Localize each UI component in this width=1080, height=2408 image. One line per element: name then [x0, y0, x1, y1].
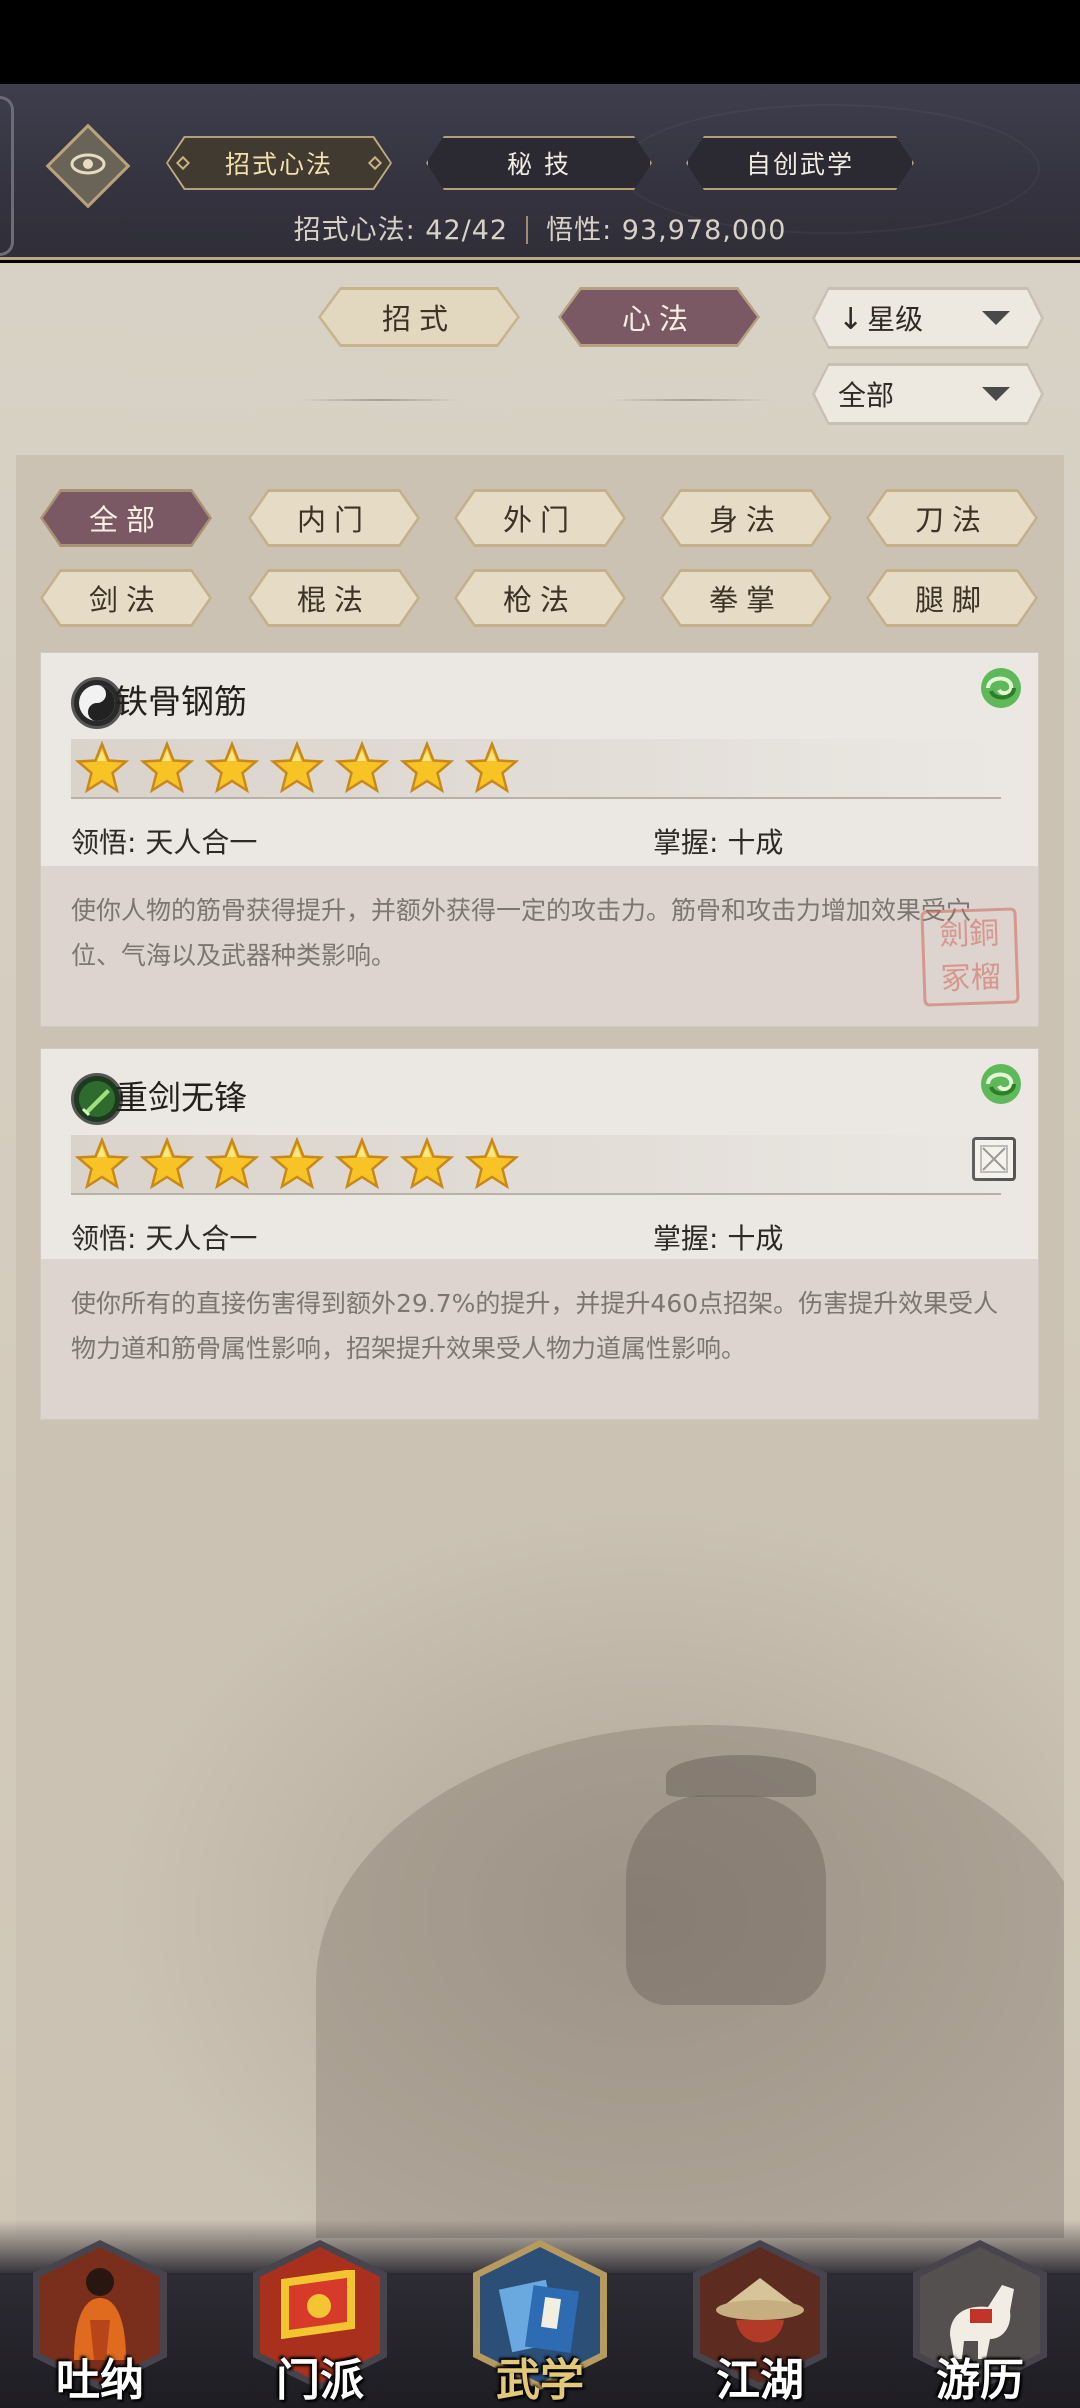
filter-legs[interactable]: 腿脚: [866, 569, 1038, 627]
mastery-label: 掌握: 十成: [653, 826, 784, 859]
skill-title: 重剑无锋: [115, 1078, 247, 1117]
filter-movement[interactable]: 身法: [660, 489, 832, 547]
star-icon: [73, 1135, 131, 1193]
filter-outer-sect[interactable]: 外门: [454, 489, 626, 547]
star-icon: [333, 1135, 391, 1193]
swirl-icon[interactable]: [978, 665, 1024, 711]
star-icon: [203, 739, 261, 797]
skill-title: 铁骨钢筋: [115, 682, 247, 721]
filter-sword[interactable]: 剑法: [40, 569, 212, 627]
skill-card[interactable]: 重剑无锋 领悟: 天人合一 掌握: 十成 使你所有的直接伤害得到额外29.7%的…: [40, 1048, 1039, 1420]
chevron-down-icon: [982, 387, 1010, 401]
star-icon: [138, 1135, 196, 1193]
insight-value: 悟性: 93,978,000: [546, 215, 787, 246]
comprehension-label: 领悟: 天人合一: [71, 1222, 258, 1255]
nav-sect[interactable]: 门派: [250, 2240, 390, 2408]
header-stats: 招式心法: 42/42 悟性: 93,978,000: [0, 208, 1080, 247]
tab-self-created[interactable]: 自创武学: [686, 136, 914, 190]
subtab-moves[interactable]: 招式: [318, 287, 520, 347]
tab-secret-skills[interactable]: 秘 技: [426, 136, 652, 190]
bottom-nav: 吐纳 门派 武学 江湖 游历: [0, 2220, 1080, 2408]
arrow-down-icon: ↓: [838, 302, 864, 337]
nav-travel[interactable]: 游历: [910, 2240, 1050, 2408]
nav-jianghu[interactable]: 江湖: [690, 2240, 830, 2408]
star-rating: [71, 739, 1001, 799]
subtab-methods[interactable]: 心法: [558, 287, 760, 347]
star-icon: [268, 739, 326, 797]
filter-staff[interactable]: 棍法: [248, 569, 420, 627]
star-icon: [398, 1135, 456, 1193]
filter-blade[interactable]: 刀法: [866, 489, 1038, 547]
star-icon: [333, 739, 391, 797]
star-icon: [203, 1135, 261, 1193]
star-icon: [463, 1135, 521, 1193]
star-rating: [71, 1135, 1001, 1195]
star-icon: [398, 739, 456, 797]
star-icon: [463, 739, 521, 797]
eye-icon: [70, 152, 106, 180]
skill-description: 使你人物的筋骨获得提升，并额外获得一定的攻击力。筋骨和攻击力增加效果受穴位、气海…: [41, 866, 1038, 1026]
status-bar: [0, 0, 1080, 84]
sort-dropdown[interactable]: ↓ 星级: [812, 287, 1044, 349]
seal-stamp: 劍銅 冢榴: [920, 907, 1020, 1007]
filter-all[interactable]: 全部: [40, 489, 212, 547]
swirl-icon[interactable]: [978, 1061, 1024, 1107]
filter-inner-sect[interactable]: 内门: [248, 489, 420, 547]
skill-description: 使你所有的直接伤害得到额外29.7%的提升，并提升460点招架。伤害提升效果受人…: [41, 1259, 1038, 1419]
star-icon: [268, 1135, 326, 1193]
star-icon: [138, 739, 196, 797]
filter-spear[interactable]: 枪法: [454, 569, 626, 627]
scope-dropdown[interactable]: 全部: [812, 363, 1044, 425]
mastery-label: 掌握: 十成: [653, 1222, 784, 1255]
star-icon: [73, 739, 131, 797]
filter-fist-palm[interactable]: 拳掌: [660, 569, 832, 627]
tab-moves-methods[interactable]: 招式心法: [166, 136, 392, 190]
chevron-down-icon: [982, 311, 1010, 325]
nav-tuna[interactable]: 吐纳: [30, 2240, 170, 2408]
nav-martial-arts[interactable]: 武学: [470, 2240, 610, 2408]
moves-count: 招式心法: 42/42: [293, 215, 509, 246]
skill-card[interactable]: 铁骨钢筋 领悟: 天人合一 掌握: 十成 使你人物的筋骨获得提升，并额外获得一定…: [40, 652, 1039, 1027]
comprehension-label: 领悟: 天人合一: [71, 826, 258, 859]
